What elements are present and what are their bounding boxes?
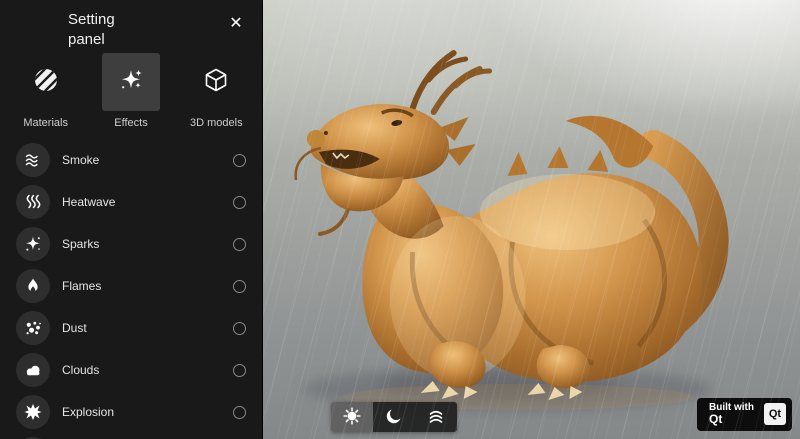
tab-3d-models[interactable]: 3D models bbox=[179, 53, 254, 129]
badge-line2: Qt bbox=[709, 413, 754, 427]
effect-radio[interactable] bbox=[233, 154, 246, 167]
dragon-model[interactable] bbox=[263, 0, 800, 439]
effect-radio[interactable] bbox=[233, 406, 246, 419]
effect-label: Sparks bbox=[62, 237, 221, 251]
effect-label: Dust bbox=[62, 321, 221, 335]
panel-header: Setting panel ✕ bbox=[0, 0, 262, 53]
tab-effects-label: Effects bbox=[93, 117, 168, 129]
tab-effects[interactable]: Effects bbox=[93, 53, 168, 129]
tab-materials-label: Materials bbox=[8, 117, 83, 129]
effects-list: Smoke Heatwave bbox=[0, 139, 262, 439]
effect-item-sparks[interactable]: Sparks bbox=[0, 223, 262, 265]
dust-icon bbox=[16, 311, 50, 345]
effects-tab-tile bbox=[102, 53, 160, 111]
moon-icon bbox=[385, 407, 403, 428]
effect-radio[interactable] bbox=[233, 322, 246, 335]
effect-item-dust[interactable]: Dust bbox=[0, 307, 262, 349]
badge-text: Built with Qt bbox=[709, 402, 754, 427]
effect-item-flames[interactable]: Flames bbox=[0, 265, 262, 307]
close-button[interactable]: ✕ bbox=[222, 10, 250, 38]
effect-item-explosion[interactable]: Explosion bbox=[0, 391, 262, 433]
effect-item-bubbles[interactable]: Bubbles bbox=[0, 433, 262, 439]
clouds-icon bbox=[16, 353, 50, 387]
effect-item-heatwave[interactable]: Heatwave bbox=[0, 181, 262, 223]
moon-button[interactable] bbox=[373, 402, 415, 432]
materials-tab-tile bbox=[17, 53, 75, 111]
effect-label: Clouds bbox=[62, 363, 221, 377]
effect-item-clouds[interactable]: Clouds bbox=[0, 349, 262, 391]
effect-radio[interactable] bbox=[233, 280, 246, 293]
effect-item-smoke[interactable]: Smoke bbox=[0, 139, 262, 181]
tab-bar: Materials Effects bbox=[0, 53, 262, 129]
rain-button[interactable] bbox=[415, 402, 457, 432]
tab-3d-models-label: 3D models bbox=[179, 117, 254, 129]
settings-panel: Setting panel ✕ Materials bbox=[0, 0, 262, 439]
close-icon: ✕ bbox=[229, 15, 242, 32]
sparks-icon bbox=[16, 227, 50, 261]
effect-label: Heatwave bbox=[62, 195, 221, 209]
effect-label: Smoke bbox=[62, 153, 221, 167]
environment-toolbar bbox=[331, 402, 457, 432]
flames-icon bbox=[16, 269, 50, 303]
sun-button[interactable] bbox=[331, 402, 373, 432]
sun-icon bbox=[343, 407, 361, 428]
materials-icon bbox=[33, 67, 59, 98]
effect-label: Explosion bbox=[62, 405, 221, 419]
heatwave-icon bbox=[16, 185, 50, 219]
effect-radio[interactable] bbox=[233, 196, 246, 209]
explosion-icon bbox=[16, 395, 50, 429]
effect-radio[interactable] bbox=[233, 238, 246, 251]
rain-icon bbox=[427, 407, 445, 428]
smoke-icon bbox=[16, 143, 50, 177]
cube-icon bbox=[203, 67, 229, 98]
3d-models-tab-tile bbox=[187, 53, 245, 111]
qt-logo-icon: Qt bbox=[764, 403, 786, 425]
viewport-3d[interactable]: Built with Qt Qt bbox=[262, 0, 800, 439]
effect-radio[interactable] bbox=[233, 364, 246, 377]
effects-icon bbox=[118, 67, 144, 98]
built-with-qt-badge[interactable]: Built with Qt Qt bbox=[697, 398, 792, 431]
app-window: Setting panel ✕ Materials bbox=[0, 0, 800, 439]
effect-label: Flames bbox=[62, 279, 221, 293]
panel-title: Setting panel bbox=[68, 10, 148, 49]
tab-materials[interactable]: Materials bbox=[8, 53, 83, 129]
